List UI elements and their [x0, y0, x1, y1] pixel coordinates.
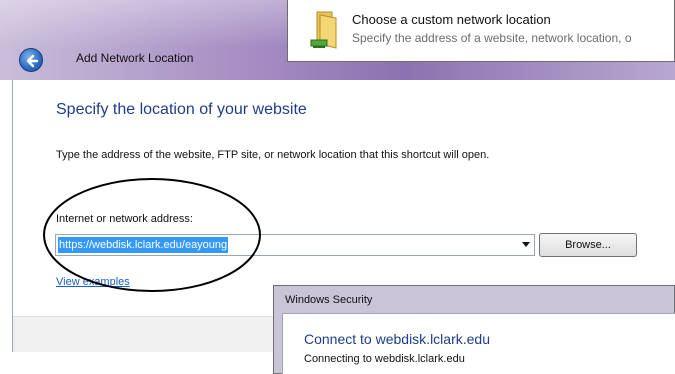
- address-input[interactable]: https://webdisk.lclark.edu/eayoung: [55, 234, 535, 256]
- custom-location-option[interactable]: Choose a custom network location Specify…: [287, 0, 675, 62]
- window-title: Add Network Location: [76, 51, 194, 65]
- address-value: https://webdisk.lclark.edu/eayoung: [58, 237, 229, 253]
- connection-status: Connecting to webdisk.lclark.edu: [304, 353, 465, 365]
- windows-security-dialog: Windows Security Connect to webdisk.lcla…: [273, 285, 675, 374]
- address-label: Internet or network address:: [56, 213, 193, 225]
- back-arrow-icon: [26, 54, 39, 68]
- option-title: Choose a custom network location: [352, 12, 551, 27]
- browse-button[interactable]: Browse...: [539, 233, 637, 257]
- back-button[interactable]: [19, 48, 43, 72]
- instruction-text: Type the address of the website, FTP sit…: [56, 149, 490, 161]
- dialog-title: Windows Security: [285, 294, 373, 306]
- network-folder-icon: [310, 11, 337, 49]
- view-examples-link[interactable]: View examples: [56, 276, 130, 288]
- dialog-body: Connect to webdisk.lclark.edu Connecting…: [282, 313, 675, 374]
- dialog-heading: Connect to webdisk.lclark.edu: [304, 331, 490, 347]
- option-description: Specify the address of a website, networ…: [352, 31, 632, 45]
- page-heading: Specify the location of your website: [56, 101, 307, 118]
- chevron-down-icon[interactable]: [522, 242, 530, 247]
